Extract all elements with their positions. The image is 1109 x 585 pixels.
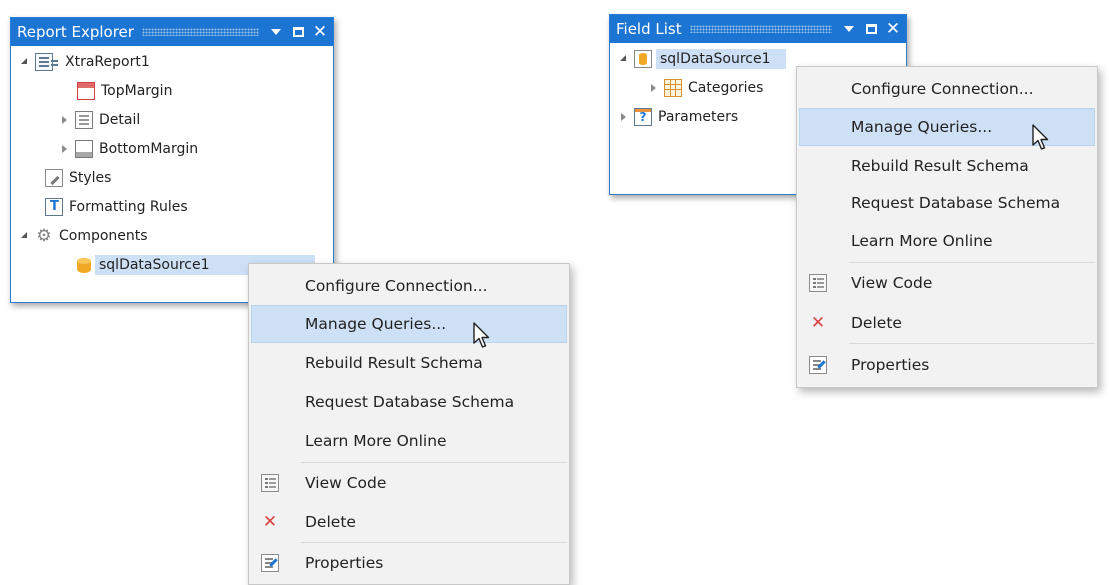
tree-item-label: sqlDataSource1	[656, 49, 786, 69]
expand-arrow-icon[interactable]	[618, 112, 628, 122]
menu-item-manage-queries[interactable]: Manage Queries...	[251, 305, 567, 343]
menu-item-delete[interactable]: ✕ Delete	[251, 503, 567, 541]
top-margin-band-icon	[77, 82, 95, 100]
properties-icon	[261, 554, 279, 572]
table-icon	[664, 79, 682, 97]
menu-item-label: Learn More Online	[305, 432, 447, 450]
tree-item-label: Styles	[69, 170, 112, 186]
report-explorer-panel: Report Explorer ✕ XtraReport1 TopMargin …	[10, 17, 334, 303]
maximize-icon[interactable]	[862, 19, 880, 39]
menu-separator	[301, 542, 567, 543]
mouse-cursor-icon	[1032, 124, 1049, 150]
tree-item-label: Formatting Rules	[69, 199, 188, 215]
tree-item-bottommargin[interactable]: BottomMargin	[59, 138, 198, 160]
menu-item-configure-connection[interactable]: Configure Connection...	[251, 267, 567, 305]
menu-item-learn-more-online[interactable]: Learn More Online	[251, 422, 567, 460]
tree-item-parameters[interactable]: ? Parameters	[618, 106, 738, 128]
menu-item-label: Manage Queries...	[851, 118, 993, 136]
menu-item-properties[interactable]: Properties	[799, 346, 1095, 384]
report-icon	[35, 53, 58, 71]
menu-item-learn-more-online[interactable]: Learn More Online	[799, 222, 1095, 260]
detail-band-icon	[75, 111, 93, 129]
tree-item-formatting-rules[interactable]: Formatting Rules	[45, 196, 188, 218]
expand-arrow-icon[interactable]	[648, 83, 658, 93]
pin-dropdown-icon[interactable]	[267, 22, 285, 42]
tree-item-xtrareport1[interactable]: XtraReport1	[19, 51, 150, 73]
report-explorer-title-bar[interactable]: Report Explorer ✕	[11, 18, 333, 46]
menu-item-label: View Code	[305, 474, 387, 492]
menu-item-request-database-schema[interactable]: Request Database Schema	[251, 383, 567, 421]
database-icon	[77, 256, 91, 274]
tree-item-sqldatasource1[interactable]: sqlDataSource1	[618, 48, 786, 70]
close-icon[interactable]: ✕	[311, 22, 329, 42]
drag-grip[interactable]	[141, 28, 259, 36]
collapse-arrow-icon[interactable]	[19, 57, 29, 67]
context-menu-report-explorer: Configure Connection... Manage Queries..…	[248, 263, 570, 585]
tree-item-label: BottomMargin	[99, 141, 199, 157]
maximize-icon[interactable]	[289, 22, 307, 42]
menu-item-request-database-schema[interactable]: Request Database Schema	[799, 184, 1095, 222]
menu-item-label: Learn More Online	[851, 232, 993, 250]
menu-item-rebuild-result-schema[interactable]: Rebuild Result Schema	[799, 147, 1095, 185]
menu-item-label: Delete	[305, 513, 356, 531]
menu-separator	[301, 462, 567, 463]
menu-item-label: Delete	[851, 314, 902, 332]
collapse-arrow-icon[interactable]	[618, 54, 628, 64]
collapse-arrow-icon[interactable]	[19, 231, 29, 241]
delete-icon: ✕	[810, 313, 826, 333]
menu-item-rebuild-result-schema[interactable]: Rebuild Result Schema	[251, 344, 567, 382]
menu-item-label: Request Database Schema	[851, 194, 1061, 212]
tree-item-topmargin[interactable]: TopMargin	[77, 80, 172, 102]
menu-item-view-code[interactable]: View Code	[799, 264, 1095, 302]
menu-item-label: Properties	[305, 554, 384, 572]
tree-item-styles[interactable]: Styles	[45, 167, 111, 189]
tree-item-label: TopMargin	[101, 83, 173, 99]
mouse-cursor-icon	[473, 322, 490, 348]
menu-item-label: Rebuild Result Schema	[305, 354, 483, 372]
drag-grip[interactable]	[689, 25, 832, 33]
menu-item-label: View Code	[851, 274, 933, 292]
field-list-title: Field List	[616, 20, 682, 38]
menu-item-properties[interactable]: Properties	[251, 544, 567, 582]
tree-item-components[interactable]: ⚙ Components	[19, 225, 148, 247]
tree-item-label: XtraReport1	[65, 54, 150, 70]
menu-item-label: Configure Connection...	[305, 277, 488, 295]
tree-item-label: Categories	[688, 80, 764, 96]
delete-icon: ✕	[262, 512, 278, 532]
tree-item-label: Components	[59, 228, 148, 244]
menu-item-configure-connection[interactable]: Configure Connection...	[799, 70, 1095, 108]
styles-icon	[45, 169, 63, 187]
close-icon[interactable]: ✕	[884, 19, 902, 39]
field-list-title-bar[interactable]: Field List ✕	[610, 15, 906, 43]
tree-item-categories[interactable]: Categories	[648, 77, 763, 99]
menu-separator	[849, 343, 1095, 344]
menu-item-label: Rebuild Result Schema	[851, 157, 1029, 175]
context-menu-field-list: Configure Connection... Manage Queries..…	[796, 66, 1098, 388]
menu-item-label: Configure Connection...	[851, 80, 1034, 98]
properties-icon	[809, 356, 827, 374]
parameters-icon: ?	[634, 108, 652, 126]
pin-dropdown-icon[interactable]	[840, 19, 858, 39]
view-code-icon	[809, 274, 827, 292]
tree-item-detail[interactable]: Detail	[59, 109, 140, 131]
tree-item-label: Detail	[99, 112, 141, 128]
menu-item-label: Properties	[851, 356, 930, 374]
menu-separator	[849, 262, 1095, 263]
formatting-rules-icon	[45, 198, 63, 216]
bottom-margin-band-icon	[75, 140, 93, 158]
menu-item-delete[interactable]: ✕ Delete	[799, 304, 1095, 342]
view-code-icon	[261, 474, 279, 492]
menu-item-label: Request Database Schema	[305, 393, 515, 411]
expand-arrow-icon[interactable]	[59, 144, 69, 154]
menu-item-label: Manage Queries...	[305, 315, 447, 333]
report-explorer-title: Report Explorer	[17, 23, 134, 41]
expand-arrow-icon[interactable]	[59, 115, 69, 125]
menu-item-view-code[interactable]: View Code	[251, 464, 567, 502]
tree-item-label: Parameters	[658, 109, 739, 125]
database-icon	[634, 50, 652, 68]
gear-icon: ⚙	[36, 226, 52, 246]
